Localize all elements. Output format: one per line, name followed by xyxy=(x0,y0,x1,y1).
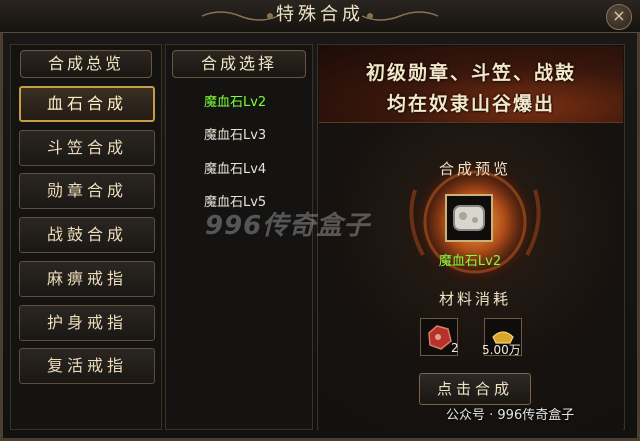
event-banner: 初级勋章、斗笠、战鼓 均在奴隶山谷爆出 xyxy=(319,46,623,123)
recipe-item[interactable]: 魔血石Lv3 xyxy=(204,124,266,143)
material-count-2: 5.00万 xyxy=(482,343,521,357)
blood-stone-icon xyxy=(453,205,485,231)
menu-war-drum[interactable]: 战鼓合成 xyxy=(19,217,155,253)
window-title: 特殊合成 xyxy=(276,4,364,25)
menu-revival-ring[interactable]: 复活戒指 xyxy=(19,348,155,384)
watermark-corner: 公众号 · 996传奇盒子 xyxy=(446,408,575,423)
close-icon[interactable]: × xyxy=(612,6,625,25)
watermark-center: 996传奇盒子 xyxy=(205,211,371,241)
material-count-1: 2 xyxy=(451,341,459,355)
materials-heading: 材料消耗 xyxy=(438,290,511,308)
preview-slot[interactable] xyxy=(445,194,493,242)
preview-heading: 合成预览 xyxy=(438,160,511,178)
preview-item-name: 魔血石Lv2 xyxy=(438,254,502,269)
close-button[interactable]: × xyxy=(606,4,632,30)
synthesize-button[interactable]: 点击合成 xyxy=(419,373,531,405)
recipe-item[interactable]: 魔血石Lv4 xyxy=(204,158,266,177)
banner-line-1: 初级勋章、斗笠、战鼓 xyxy=(365,62,576,84)
menu-protection-ring[interactable]: 护身戒指 xyxy=(19,305,155,341)
menu-hat[interactable]: 斗笠合成 xyxy=(19,130,155,166)
banner-line-2: 均在奴隶山谷爆出 xyxy=(386,93,555,115)
menu-blood-stone[interactable]: 血石合成 xyxy=(19,86,155,122)
menu-medal[interactable]: 勋章合成 xyxy=(19,173,155,209)
overview-heading: 合成总览 xyxy=(20,50,152,78)
recipe-item[interactable]: 魔血石Lv2 xyxy=(204,91,266,110)
recipe-heading: 合成选择 xyxy=(172,50,306,78)
menu-paralysis-ring[interactable]: 麻痹戒指 xyxy=(19,261,155,297)
